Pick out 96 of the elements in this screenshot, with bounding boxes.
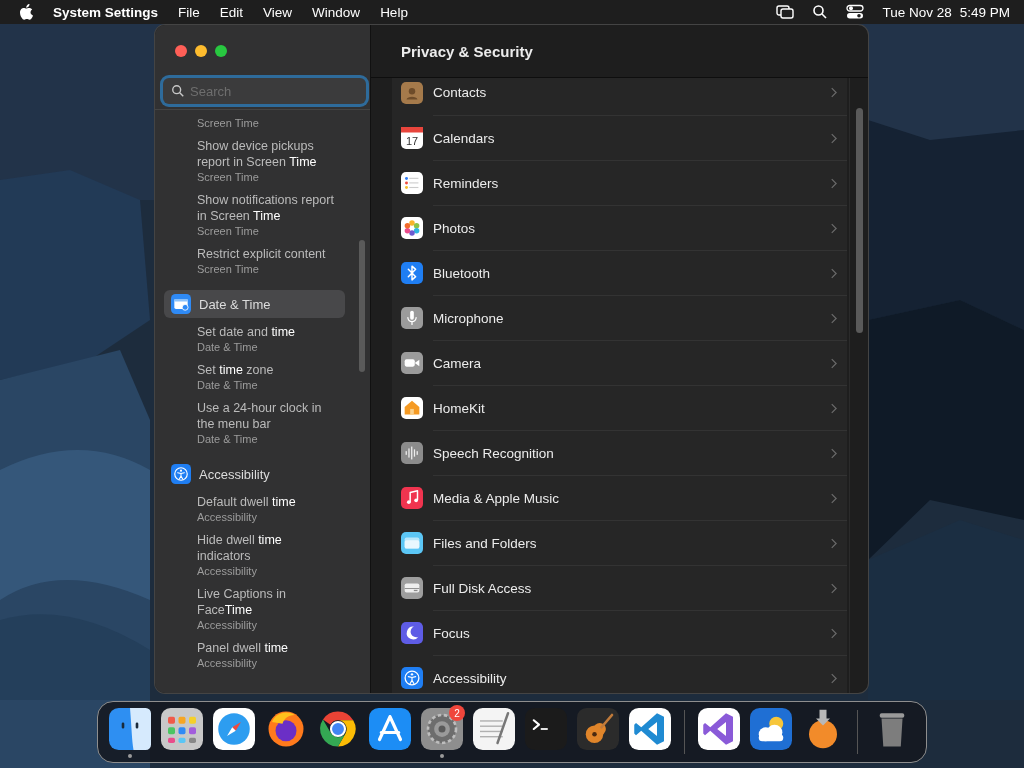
chevron-icon bbox=[830, 492, 837, 504]
search-result[interactable]: Set time zone bbox=[197, 362, 334, 378]
search-result[interactable]: Show notifications report in Screen Time bbox=[197, 192, 334, 224]
calendar-clock-icon bbox=[171, 294, 191, 314]
code-editor-icon[interactable] bbox=[629, 708, 671, 750]
sun-cloud-icon[interactable] bbox=[750, 708, 792, 750]
notepad-icon[interactable] bbox=[473, 708, 515, 750]
result-category: Date & Time bbox=[197, 378, 259, 392]
gear-icon[interactable] bbox=[421, 708, 463, 750]
menu-item[interactable]: View bbox=[263, 4, 293, 20]
search-result[interactable]: Set date and time bbox=[197, 324, 334, 340]
scrollbar-thumb[interactable] bbox=[855, 108, 863, 333]
minimize-button[interactable] bbox=[195, 45, 207, 57]
code-editor-icon[interactable] bbox=[698, 708, 740, 750]
calendar-icon: 17 bbox=[401, 126, 423, 149]
terminal-icon[interactable] bbox=[525, 708, 567, 750]
result-category: Date & Time bbox=[197, 432, 259, 446]
accessibility-icon bbox=[171, 464, 191, 484]
privacy-item[interactable]: Files and Folders bbox=[433, 535, 537, 551]
search-result[interactable]: Use a 24-hour clock in the menu bar bbox=[197, 400, 334, 432]
menu-bar-time[interactable]: 5:49 PM bbox=[959, 4, 1010, 20]
search-icon bbox=[171, 84, 185, 98]
privacy-item[interactable]: Contacts bbox=[433, 85, 487, 100]
zoom-button[interactable] bbox=[215, 45, 227, 57]
chevron-icon bbox=[830, 537, 837, 549]
menu-item[interactable]: Help bbox=[380, 4, 408, 20]
app-store-icon[interactable] bbox=[369, 708, 411, 750]
search-result[interactable]: Live Captions in FaceTime bbox=[197, 586, 334, 618]
accessibility-icon bbox=[401, 666, 423, 689]
privacy-item[interactable]: Calendars bbox=[433, 130, 495, 146]
folder-icon bbox=[401, 531, 423, 554]
privacy-item[interactable]: Reminders bbox=[433, 175, 499, 191]
bluetooth-icon bbox=[401, 261, 423, 284]
privacy-item[interactable]: Photos bbox=[433, 220, 476, 236]
sidebar-item[interactable]: Accessibility bbox=[164, 460, 345, 488]
privacy-item[interactable]: Bluetooth bbox=[433, 265, 491, 281]
privacy-item[interactable]: Focus bbox=[433, 625, 470, 641]
sound-wave-icon bbox=[401, 441, 423, 464]
music-note-icon bbox=[401, 486, 423, 509]
result-category: Screen Time bbox=[197, 224, 260, 238]
menu-item[interactable]: File bbox=[178, 4, 200, 20]
chevron-icon bbox=[830, 177, 837, 189]
close-button[interactable] bbox=[175, 45, 187, 57]
privacy-item[interactable]: Microphone bbox=[433, 310, 504, 326]
chevron-icon bbox=[830, 87, 837, 98]
app-name-menu[interactable]: System Settings bbox=[53, 4, 159, 20]
menu-bar-date[interactable]: Tue Nov 28 bbox=[882, 4, 952, 20]
result-category: Accessibility bbox=[197, 656, 258, 670]
apple-logo-icon[interactable] bbox=[19, 4, 33, 20]
flower-icon bbox=[401, 216, 423, 239]
house-icon bbox=[401, 396, 423, 419]
search-result[interactable]: Default dwell time bbox=[197, 494, 334, 510]
scrollbar-thumb[interactable] bbox=[359, 240, 365, 372]
checklist-icon bbox=[401, 171, 423, 194]
chevron-icon bbox=[830, 312, 837, 324]
hard-drive-icon bbox=[401, 576, 423, 599]
result-category: Accessibility bbox=[197, 564, 258, 578]
control-center-icon[interactable] bbox=[846, 4, 865, 20]
search-result[interactable]: Restrict explicit content bbox=[197, 246, 334, 262]
privacy-item[interactable]: Accessibility bbox=[433, 670, 507, 686]
chevron-icon bbox=[830, 447, 837, 459]
screen-mirroring-icon[interactable] bbox=[776, 4, 795, 20]
result-category: Accessibility bbox=[197, 618, 258, 632]
compass-icon[interactable] bbox=[213, 708, 255, 750]
result-category: Screen Time bbox=[197, 116, 260, 130]
privacy-item[interactable]: Full Disk Access bbox=[433, 580, 532, 596]
search-result[interactable]: Hide dwell time indicators bbox=[197, 532, 334, 564]
notification-badge: 2 bbox=[449, 705, 465, 721]
chevron-icon bbox=[830, 132, 837, 144]
contact-book-icon bbox=[401, 81, 423, 104]
video-camera-icon bbox=[401, 351, 423, 374]
result-category: Accessibility bbox=[197, 510, 258, 524]
app-grid-icon[interactable] bbox=[161, 708, 203, 750]
result-category: Date & Time bbox=[197, 340, 259, 354]
chevron-icon bbox=[830, 267, 837, 279]
two-tone-square-icon[interactable] bbox=[109, 708, 151, 750]
microphone-icon bbox=[401, 306, 423, 329]
chevron-icon bbox=[830, 672, 837, 684]
menu-item[interactable]: Window bbox=[312, 4, 361, 20]
privacy-item[interactable]: Camera bbox=[433, 355, 481, 371]
chevron-icon bbox=[830, 402, 837, 414]
result-category: Screen Time bbox=[197, 170, 260, 184]
moon-icon bbox=[401, 621, 423, 644]
result-category: Screen Time bbox=[197, 262, 260, 276]
chevron-icon bbox=[830, 222, 837, 234]
search-result[interactable]: Show device pickups report in Screen Time bbox=[197, 138, 334, 170]
search-result[interactable]: Panel dwell time bbox=[197, 640, 334, 656]
privacy-item[interactable]: Speech Recognition bbox=[433, 445, 554, 461]
privacy-item[interactable]: Media & Apple Music bbox=[433, 490, 560, 506]
chevron-icon bbox=[830, 582, 837, 594]
guitar-icon[interactable] bbox=[577, 708, 619, 750]
menu-item[interactable]: Edit bbox=[219, 4, 244, 20]
chevron-icon bbox=[830, 357, 837, 369]
privacy-item[interactable]: HomeKit bbox=[433, 400, 485, 416]
sidebar-item[interactable]: Date & Time bbox=[164, 290, 345, 318]
chevron-icon bbox=[830, 627, 837, 639]
